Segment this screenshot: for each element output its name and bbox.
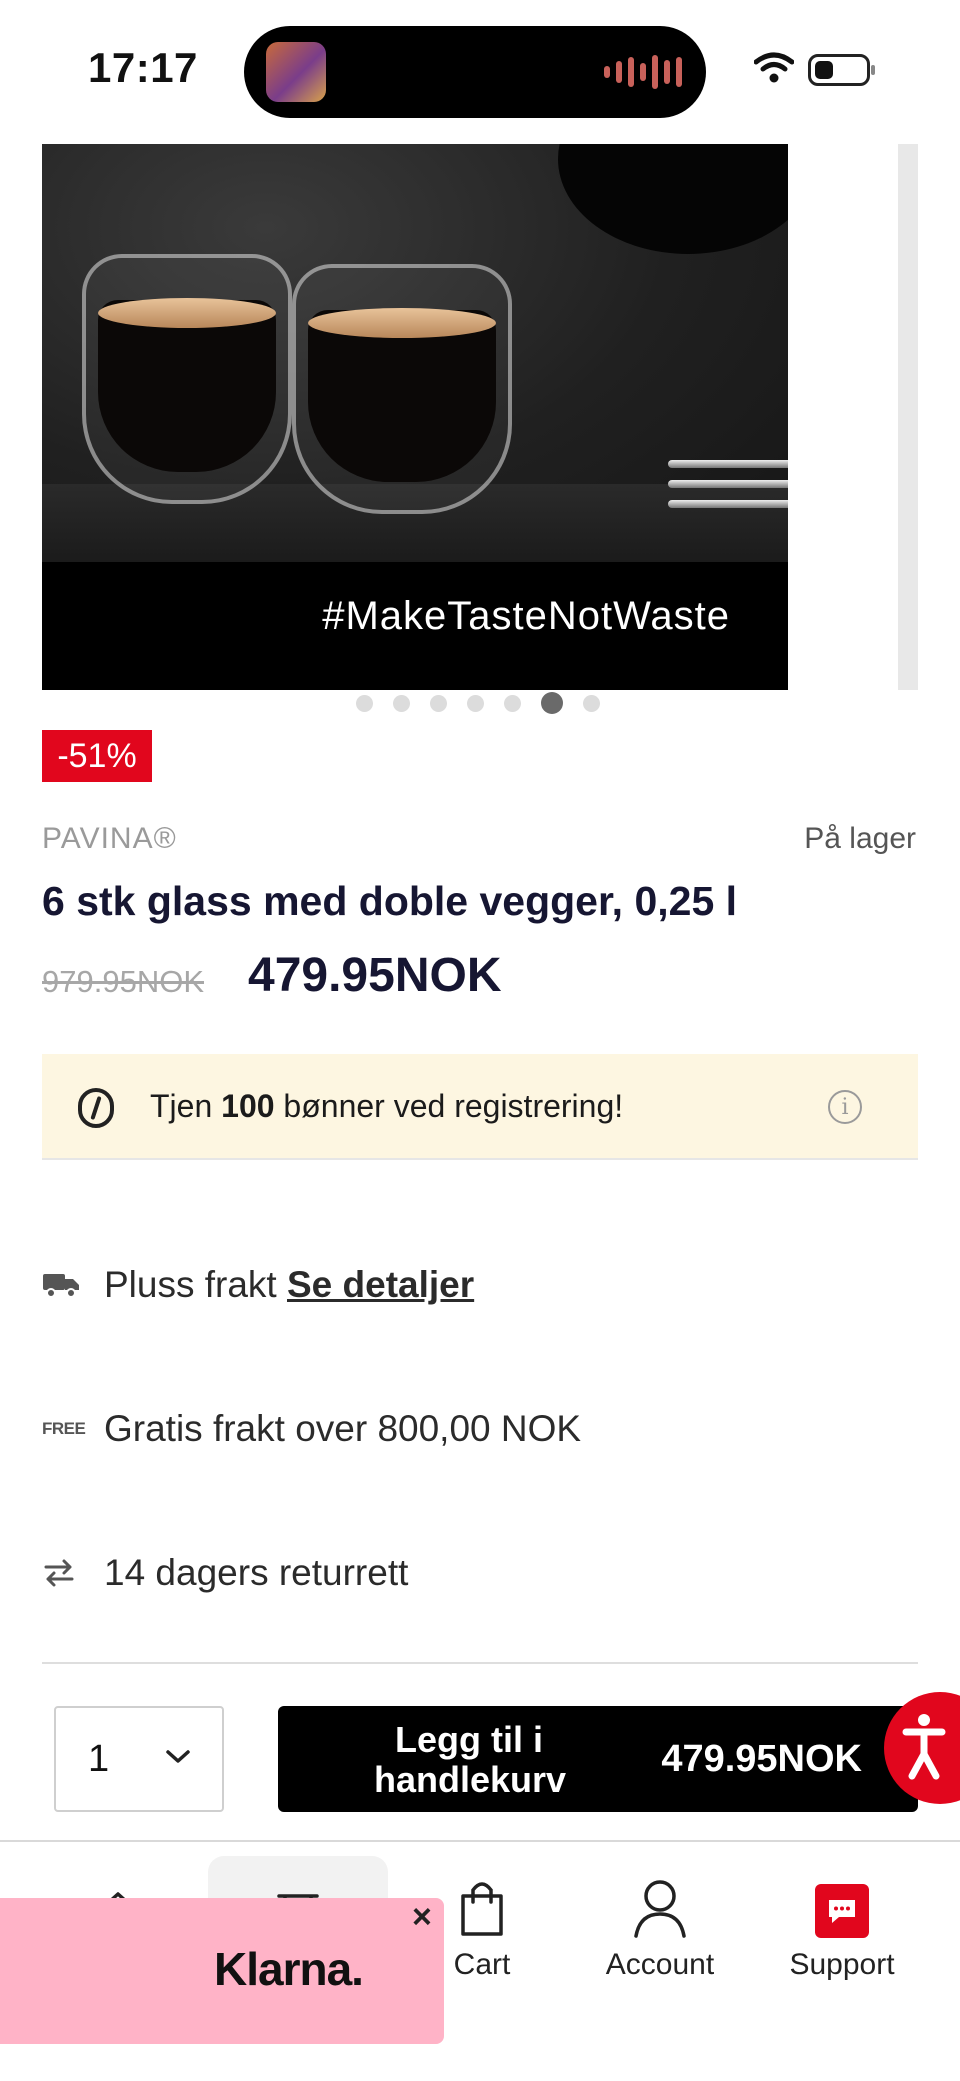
carousel-dot[interactable] [504,694,521,712]
discount-badge: -51% [42,730,152,782]
info-icon[interactable]: i [828,1090,862,1124]
product-title: 6 stk glass med doble vegger, 0,25 l [42,878,738,924]
close-icon[interactable]: × [412,1898,432,1937]
stock-status: På lager [804,822,916,855]
divider [42,1662,918,1664]
wifi-icon [754,52,794,83]
add-to-cart-button[interactable]: Legg til i handlekurv 479.95NOK [278,1706,918,1812]
product-image-carousel[interactable]: #MakeTasteNotWaste [42,144,788,690]
shipping-text: Pluss frakt [104,1264,287,1305]
quantity-select[interactable]: 1 [54,1706,224,1812]
nav-support-label: Support [789,1948,895,1981]
klarna-logo: Klarna. [214,1943,364,1995]
audio-wave-icon [604,54,682,90]
chat-support-icon [815,1884,869,1938]
free-shipping-text: Gratis frakt over 800,00 NOK [104,1408,582,1449]
product-photo [42,144,788,562]
truck-icon [43,1274,79,1298]
add-to-cart-bar: 1 Legg til i handlekurv 479.95NOK [0,1672,960,1840]
dynamic-island [244,26,706,118]
returns-perk: 14 dagers returrett [42,1552,408,1594]
carousel-dots [356,692,600,714]
carousel-dot[interactable] [467,694,484,712]
carousel-caption: #MakeTasteNotWaste [322,594,730,638]
carousel-dot-active[interactable] [541,692,563,714]
nav-account[interactable]: Account [580,1872,740,1982]
add-to-cart-price: 479.95NOK [661,1738,862,1780]
returns-text: 14 dagers returrett [104,1552,409,1593]
carousel-dot[interactable] [393,694,410,712]
loyalty-points-banner: Tjen 100 bønner ved registrering! i [42,1054,918,1160]
points-amount: 100 [221,1088,275,1124]
product-brand[interactable]: PAVINA® [42,822,177,856]
sale-price: 479.95NOK [248,949,502,1002]
status-time: 17:17 [88,44,198,91]
carousel-dot[interactable] [356,694,373,712]
now-playing-artwork [266,42,326,102]
accessibility-button[interactable] [884,1692,960,1804]
carousel-dot[interactable] [583,694,600,712]
carousel-dot[interactable] [430,694,447,712]
status-bar: 17:17 [0,0,960,140]
original-price: 979.95NOK [42,964,204,999]
nav-account-label: Account [605,1948,715,1981]
shipping-details-link[interactable]: Se detaljer [287,1264,474,1305]
return-arrows-icon [44,1559,74,1587]
free-badge-icon: FREE [42,1419,86,1438]
carousel-next-slide-peek[interactable] [898,144,918,690]
klarna-popup[interactable]: Klarna. [0,1898,444,2044]
shopping-bag-icon [461,1882,503,1936]
free-shipping-perk: FREE Gratis frakt over 800,00 NOK [42,1408,581,1450]
chevron-down-icon [166,1750,190,1763]
accessibility-icon [902,1714,946,1780]
add-to-cart-label: Legg til i handlekurv [374,1719,567,1800]
nav-support[interactable]: Support [762,1872,922,1982]
user-icon [634,1880,686,1938]
quantity-value: 1 [88,1738,110,1780]
coffee-bean-icon [78,1088,114,1128]
shipping-perk: Pluss frakt Se detaljer [42,1264,474,1306]
points-text: Tjen 100 bønner ved registrering! [150,1088,624,1124]
battery-icon [808,54,875,86]
